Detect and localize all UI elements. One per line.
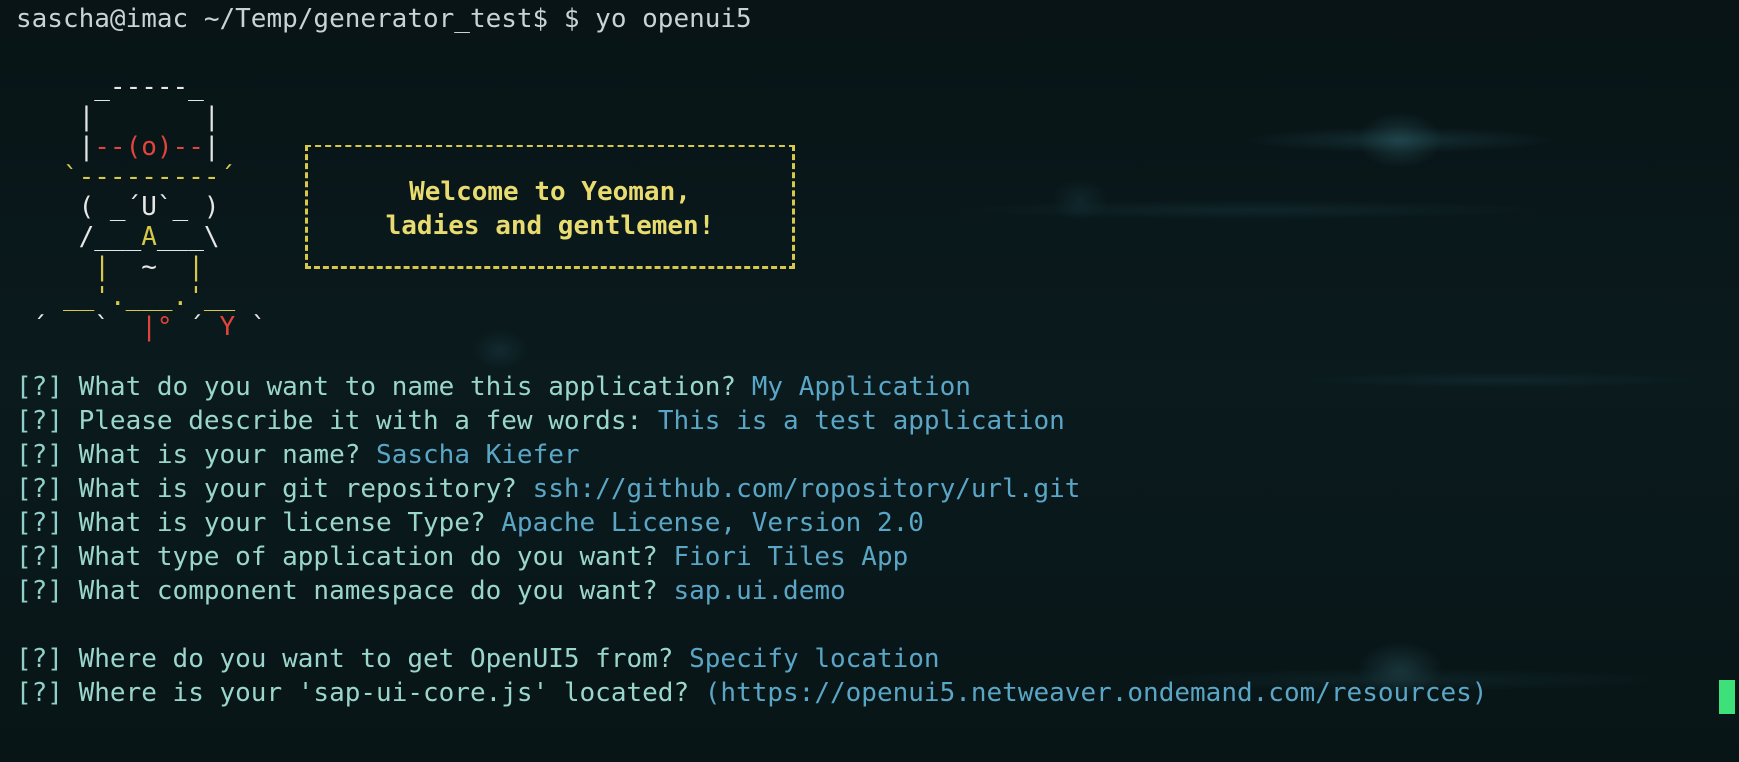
ascii-row: | | xyxy=(16,102,220,132)
question-answer: Specify location xyxy=(689,644,940,674)
welcome-speech-box: Welcome to Yeoman, ladies and gentlemen! xyxy=(305,145,795,269)
question-line: [?] What component namespace do you want… xyxy=(16,574,846,608)
question-answer: This is a test application xyxy=(657,406,1065,436)
question-answer: Fiori Tiles App xyxy=(673,542,909,572)
welcome-line-1: Welcome to Yeoman, xyxy=(409,177,691,207)
question-text: What is your name? xyxy=(78,440,361,470)
ascii-row: | xyxy=(203,132,220,162)
question-answer: sap.ui.demo xyxy=(673,576,846,606)
question-line: [?] What type of application do you want… xyxy=(16,540,908,574)
question-answer: (https://openui5.netweaver.ondemand.com/… xyxy=(704,678,1488,708)
question-text: Where do you want to get OpenUI5 from? xyxy=(78,644,674,674)
ascii-row: ~ xyxy=(141,252,157,282)
question-marker: [?] xyxy=(16,576,63,606)
ascii-row: ´ xyxy=(172,312,220,342)
ascii-row: --(o)-- xyxy=(94,132,204,162)
ascii-row: ___\ xyxy=(156,222,220,252)
question-marker: [?] xyxy=(16,542,63,572)
ascii-row: | xyxy=(156,252,204,282)
question-line: [?] Please describe it with a few words:… xyxy=(16,404,1065,438)
shell-prompt: sascha@imac ~/Temp/generator_test$ $ yo … xyxy=(16,4,752,34)
question-answer: Apache License, Version 2.0 xyxy=(501,508,924,538)
ascii-row: |° xyxy=(141,312,173,342)
question-line: [?] Where is your 'sap-ui-core.js' locat… xyxy=(16,676,1487,710)
ascii-row: /___ xyxy=(16,222,142,252)
question-marker: [?] xyxy=(16,474,63,504)
terminal-cursor[interactable] xyxy=(1719,680,1735,714)
ascii-row: | xyxy=(16,252,142,282)
question-marker: [?] xyxy=(16,678,63,708)
question-line: [?] What do you want to name this applic… xyxy=(16,370,971,404)
question-line: [?] What is your license Type? Apache Li… xyxy=(16,506,924,540)
question-text: What is your git repository? xyxy=(78,474,517,504)
question-text: What type of application do you want? xyxy=(78,542,658,572)
question-line: [?] What is your name? Sascha Kiefer xyxy=(16,438,580,472)
question-text: What component namespace do you want? xyxy=(78,576,658,606)
question-marker: [?] xyxy=(16,406,63,436)
question-marker: [?] xyxy=(16,440,63,470)
ascii-row: A xyxy=(141,222,157,252)
question-text: What do you want to name this applicatio… xyxy=(78,372,737,402)
question-marker: [?] xyxy=(16,372,63,402)
question-text: Where is your 'sap-ui-core.js' located? xyxy=(78,678,690,708)
ascii-row: ` xyxy=(235,312,267,342)
question-answer: ssh://github.com/ropository/url.git xyxy=(532,474,1081,504)
question-answer: My Application xyxy=(751,372,971,402)
question-line: [?] What is your git repository? ssh://g… xyxy=(16,472,1080,506)
ascii-row: __'.___.'__ xyxy=(16,282,236,312)
welcome-line-2: ladies and gentlemen! xyxy=(385,211,715,241)
question-answer: Sascha Kiefer xyxy=(376,440,580,470)
ascii-row: ( _´U`_ ) xyxy=(16,192,220,222)
ascii-row: Y xyxy=(219,312,236,342)
ascii-row: ´ ` xyxy=(16,312,142,342)
question-text: What is your license Type? xyxy=(78,508,486,538)
terminal-window[interactable]: sascha@imac ~/Temp/generator_test$ $ yo … xyxy=(0,0,1739,762)
question-marker: [?] xyxy=(16,508,63,538)
ascii-row: `---------´ xyxy=(16,162,236,192)
question-line: [?] Where do you want to get OpenUI5 fro… xyxy=(16,642,940,676)
question-marker: [?] xyxy=(16,644,63,674)
ascii-row: | xyxy=(16,132,95,162)
ascii-row: _-----_ xyxy=(16,72,204,102)
question-text: Please describe it with a few words: xyxy=(78,406,643,436)
